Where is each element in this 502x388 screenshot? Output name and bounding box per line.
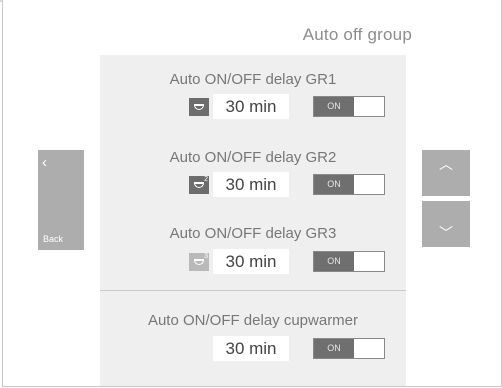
toggle-gr2[interactable]: ON (313, 174, 385, 195)
group-3-icon: 3 (189, 253, 209, 271)
icon-number: 3 (204, 253, 208, 260)
settings-panel: Auto ON/OFF delay GR1 30 min ON Auto ON/… (100, 55, 406, 386)
row-label-cupwarmer: Auto ON/OFF delay cupwarmer (147, 312, 359, 329)
toggle-cupwarmer[interactable]: ON (313, 338, 385, 359)
row-label-gr1: Auto ON/OFF delay GR1 (169, 71, 337, 88)
toggle-gr3[interactable]: ON (313, 251, 385, 272)
page-title: Auto off group (302, 25, 412, 44)
delay-value-cupwarmer[interactable]: 30 min (213, 336, 289, 361)
toggle-on-label: ON (314, 252, 354, 271)
scroll-up-button[interactable]: ︿ (422, 150, 470, 196)
chevron-left-icon: ‹ (42, 154, 47, 171)
chevron-down-icon: ﹀ (439, 225, 453, 241)
toggle-gr1[interactable]: ON (313, 96, 385, 117)
row-label-gr3: Auto ON/OFF delay GR3 (169, 225, 337, 242)
delay-value-gr1[interactable]: 30 min (213, 94, 289, 119)
group-2-icon: 2 (189, 176, 209, 194)
divider (100, 290, 406, 291)
toggle-on-label: ON (314, 339, 354, 358)
icon-number: 2 (204, 176, 208, 183)
toggle-on-label: ON (314, 175, 354, 194)
chevron-up-icon: ︿ (439, 156, 453, 172)
delay-value-gr2[interactable]: 30 min (213, 172, 289, 197)
delay-value-gr3[interactable]: 30 min (213, 249, 289, 274)
back-button[interactable]: ‹ Back (38, 150, 84, 250)
row-label-gr2: Auto ON/OFF delay GR2 (169, 149, 337, 166)
scroll-down-button[interactable]: ﹀ (422, 201, 470, 247)
back-label: Back (43, 234, 64, 244)
group-1-icon (189, 98, 209, 116)
toggle-on-label: ON (314, 97, 354, 116)
